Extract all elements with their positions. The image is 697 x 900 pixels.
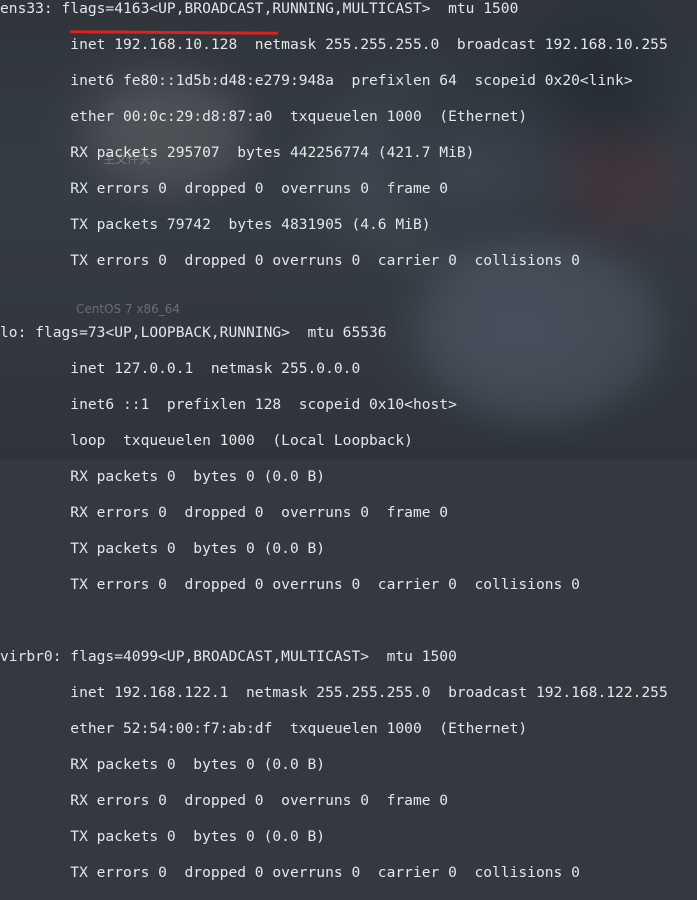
terminal-line: ether 00:0c:29:d8:87:a0 txqueuelen 1000 …	[0, 108, 528, 125]
terminal-line: lo: flags=73<UP,LOOPBACK,RUNNING> mtu 65…	[0, 324, 387, 341]
terminal-line: ens33: flags=4163<UP,BROADCAST,RUNNING,M…	[0, 0, 519, 17]
terminal-line-ens33-inet: inet 192.168.10.128 netmask 255.255.255.…	[0, 36, 668, 53]
terminal-line: RX errors 0 dropped 0 overruns 0 frame 0	[0, 504, 449, 521]
terminal-line: virbr0: flags=4099<UP,BROADCAST,MULTICAS…	[0, 648, 457, 665]
terminal-line: TX packets 0 bytes 0 (0.0 B)	[0, 540, 326, 557]
terminal-line: inet6 ::1 prefixlen 128 scopeid 0x10<hos…	[0, 396, 457, 413]
terminal-line: TX errors 0 dropped 0 overruns 0 carrier…	[0, 252, 580, 269]
terminal-line: inet6 fe80::1d5b:d48:e279:948a prefixlen…	[0, 72, 633, 89]
terminal-line: RX packets 0 bytes 0 (0.0 B)	[0, 756, 326, 773]
terminal-line: ether 52:54:00:f7:ab:df txqueuelen 1000 …	[0, 720, 528, 737]
terminal-line: RX packets 295707 bytes 442256774 (421.7…	[0, 144, 475, 161]
terminal-line: loop txqueuelen 1000 (Local Loopback)	[0, 432, 413, 449]
terminal-line: TX errors 0 dropped 0 overruns 0 carrier…	[0, 576, 580, 593]
terminal-line: inet 127.0.0.1 netmask 255.0.0.0	[0, 360, 361, 377]
terminal-line: RX errors 0 dropped 0 overruns 0 frame 0	[0, 792, 449, 809]
terminal-output[interactable]: ens33: flags=4163<UP,BROADCAST,RUNNING,M…	[0, 0, 668, 900]
terminal-line: RX errors 0 dropped 0 overruns 0 frame 0	[0, 180, 449, 197]
terminal-line: RX packets 0 bytes 0 (0.0 B)	[0, 468, 326, 485]
terminal-line: inet 192.168.122.1 netmask 255.255.255.0…	[0, 684, 668, 701]
terminal-line: TX packets 0 bytes 0 (0.0 B)	[0, 828, 326, 845]
terminal-line: TX errors 0 dropped 0 overruns 0 carrier…	[0, 864, 580, 881]
terminal-line: TX packets 79742 bytes 4831905 (4.6 MiB)	[0, 216, 431, 233]
